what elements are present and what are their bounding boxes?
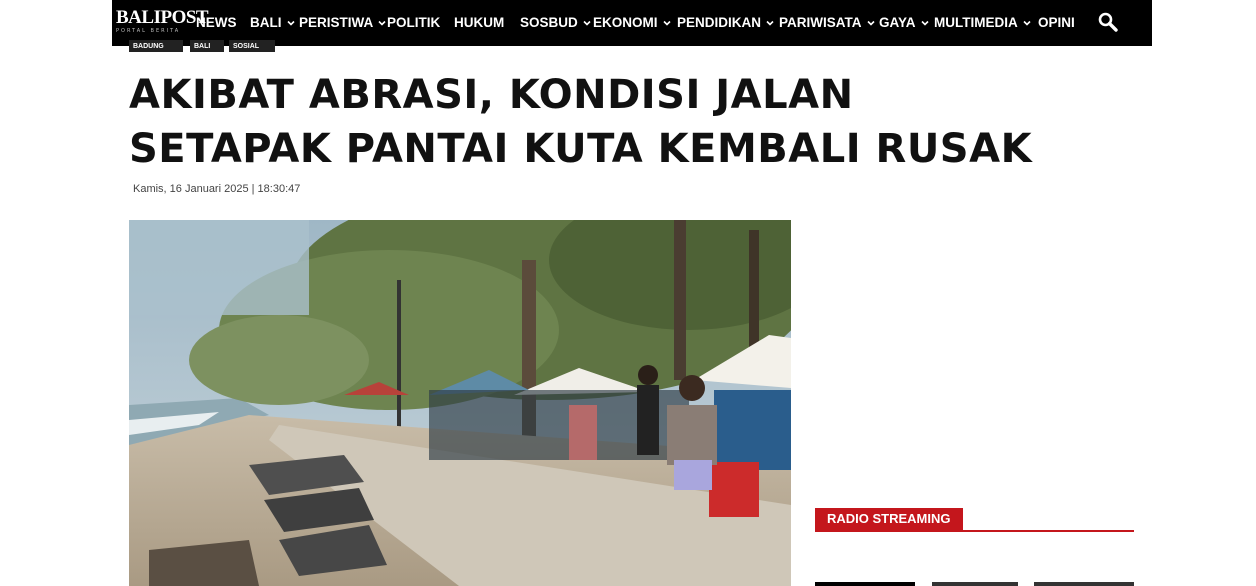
chevron-down-icon	[920, 21, 929, 27]
tag-badung[interactable]: BADUNG	[129, 40, 183, 52]
nav-item-sosbud[interactable]: SOSBUD	[520, 0, 592, 46]
nav-item-pendidikan[interactable]: PENDIDIKAN	[677, 0, 775, 46]
radio-streaming-widget: RADIO STREAMING	[815, 508, 1134, 532]
site-logo[interactable]: BALIPOST PORTAL BERITA	[116, 7, 209, 34]
radio-player-thumb[interactable]	[1034, 582, 1134, 586]
article-title: AKIBAT ABRASI, KONDISI JALAN SETAPAK PAN…	[129, 72, 1033, 172]
nav-item-label: NEWS	[196, 15, 237, 30]
chevron-down-icon	[286, 21, 295, 27]
nav-item-pariwisata[interactable]: PARIWISATA	[779, 0, 876, 46]
nav-item-ekonomi[interactable]: EKONOMI	[593, 0, 672, 46]
chevron-down-icon	[662, 21, 671, 27]
chevron-down-icon	[766, 21, 774, 27]
nav-item-label: BALI	[250, 15, 282, 30]
nav-item-label: MULTIMEDIA	[934, 15, 1018, 30]
radio-divider	[815, 530, 1134, 532]
radio-streaming-title: RADIO STREAMING	[815, 508, 963, 530]
nav-item-label: HUKUM	[454, 15, 505, 30]
tag-bali[interactable]: BALI	[190, 40, 224, 52]
article-date: Kamis, 16 Januari 2025 | 18:30:47	[133, 183, 301, 195]
nav-item-label: PENDIDIKAN	[677, 15, 762, 30]
radio-player-thumb[interactable]	[932, 582, 1018, 586]
nav-item-label: POLITIK	[387, 15, 441, 30]
chevron-down-icon	[583, 21, 591, 27]
nav-item-label: SOSBUD	[520, 15, 578, 30]
nav-item-label: PARIWISATA	[779, 15, 862, 30]
nav-item-gaya[interactable]: GAYA	[879, 0, 930, 46]
nav-item-politik[interactable]: POLITIK	[387, 0, 440, 46]
nav-item-label: GAYA	[879, 15, 916, 30]
nav-item-label: EKONOMI	[593, 15, 658, 30]
tag-sosial[interactable]: SOSIAL	[229, 40, 275, 52]
nav-item-hukum[interactable]: HUKUM	[454, 0, 504, 46]
logo-subtext: PORTAL BERITA	[116, 28, 181, 34]
chevron-down-icon	[1023, 21, 1031, 27]
search-icon[interactable]	[1098, 12, 1118, 32]
nav-item-label: OPINI	[1038, 15, 1075, 30]
nav-item-peristiwa[interactable]: PERISTIWA	[299, 0, 387, 46]
logo-text: BALIPOST	[116, 7, 209, 28]
article-hero-image	[129, 220, 791, 586]
nav-item-opini[interactable]: OPINI	[1038, 0, 1075, 46]
chevron-down-icon	[866, 21, 875, 27]
beach-photo	[129, 220, 791, 586]
nav-item-multimedia[interactable]: MULTIMEDIA	[934, 0, 1032, 46]
nav-item-label: PERISTIWA	[299, 15, 374, 30]
chevron-down-icon	[378, 21, 386, 27]
radio-player-thumb[interactable]	[815, 582, 915, 586]
